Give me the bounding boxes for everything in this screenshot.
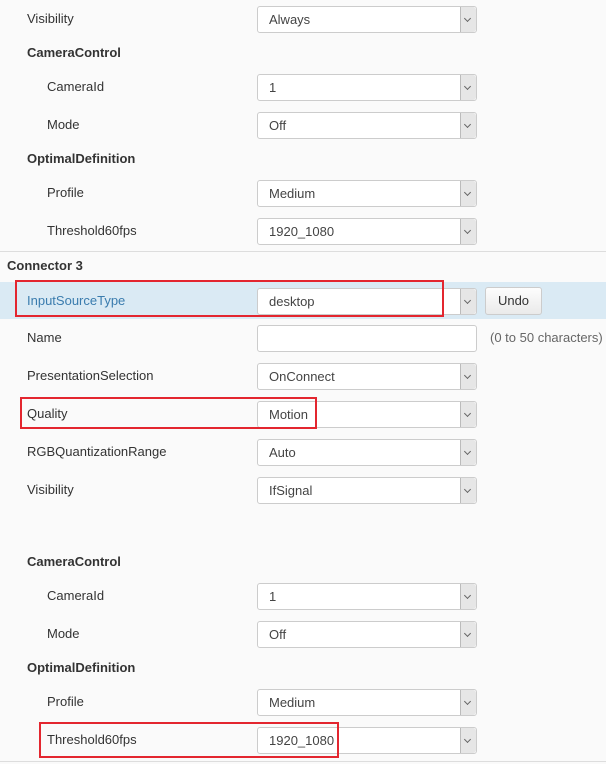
setting-row-camera-id: CameraId 1 [0, 577, 606, 615]
select-value: Off [269, 118, 287, 133]
setting-row-mode: Mode Off [0, 615, 606, 653]
setting-label: Mode [47, 626, 80, 641]
select-value: Medium [269, 695, 316, 710]
setting-row-threshold60fps: Threshold60fps 1920_1080 [0, 212, 606, 250]
chevron-down-icon[interactable] [460, 690, 476, 715]
chevron-down-icon[interactable] [460, 364, 476, 389]
setting-row-profile: Profile Medium [0, 683, 606, 721]
setting-label: RGBQuantizationRange [27, 444, 167, 459]
chevron-down-icon[interactable] [460, 219, 476, 244]
quality-select[interactable]: Motion [257, 401, 477, 428]
chevron-down-icon[interactable] [460, 7, 476, 32]
select-value: desktop [269, 294, 315, 309]
name-input[interactable] [257, 325, 477, 352]
chevron-down-icon[interactable] [460, 584, 476, 609]
rgb-quantization-range-select[interactable]: Auto [257, 439, 477, 466]
chevron-down-icon[interactable] [460, 289, 476, 314]
select-value: Medium [269, 186, 316, 201]
connector-3-title: Connector 3 [7, 258, 83, 273]
group-title: OptimalDefinition [27, 151, 136, 166]
chevron-down-icon[interactable] [460, 478, 476, 503]
chevron-down-icon[interactable] [460, 402, 476, 427]
setting-row-camera-id: CameraId 1 [0, 68, 606, 106]
group-title: OptimalDefinition [27, 660, 136, 675]
section-divider [0, 761, 606, 762]
name-length-hint: (0 to 50 characters) [490, 330, 603, 345]
chevron-down-icon[interactable] [460, 75, 476, 100]
group-header-camera-control: CameraControl [0, 34, 606, 72]
setting-row-threshold60fps: Threshold60fps 1920_1080 [0, 721, 606, 759]
setting-row-mode: Mode Off [0, 106, 606, 144]
setting-label: Profile [47, 185, 84, 200]
group-header-optimal-definition: OptimalDefinition [0, 140, 606, 178]
chevron-down-icon[interactable] [460, 113, 476, 138]
profile-select[interactable]: Medium [257, 689, 477, 716]
setting-row-rgb-quantization-range: RGBQuantizationRange Auto [0, 433, 606, 471]
setting-row-visibility: Visibility IfSignal [0, 471, 606, 509]
setting-label: Quality [27, 406, 68, 421]
camera-id-select[interactable]: 1 [257, 74, 477, 101]
group-title: CameraControl [27, 45, 121, 60]
group-header-camera-control: CameraControl [0, 543, 606, 581]
mode-select[interactable]: Off [257, 112, 477, 139]
setting-label: Threshold60fps [47, 732, 137, 747]
presentation-selection-select[interactable]: OnConnect [257, 363, 477, 390]
group-header-optimal-definition: OptimalDefinition [0, 649, 606, 687]
select-value: 1920_1080 [269, 224, 335, 239]
setting-label: CameraId [47, 79, 105, 94]
group-title: CameraControl [27, 554, 121, 569]
setting-label: CameraId [47, 588, 105, 603]
select-value: OnConnect [269, 369, 335, 384]
setting-label: Profile [47, 694, 84, 709]
setting-row-visibility: Visibility Always [0, 0, 606, 38]
mode-select[interactable]: Off [257, 621, 477, 648]
select-value: Always [269, 12, 311, 27]
setting-row-quality: Quality Motion [0, 395, 606, 433]
setting-label: Visibility [27, 482, 74, 497]
setting-row-name: Name (0 to 50 characters) [0, 319, 606, 357]
select-value: Motion [269, 407, 309, 422]
setting-label: Visibility [27, 11, 74, 26]
section-divider [0, 251, 606, 252]
select-value: 1 [269, 80, 277, 95]
setting-label: Name [27, 330, 62, 345]
select-value: Off [269, 627, 287, 642]
select-value: 1920_1080 [269, 733, 335, 748]
camera-id-select[interactable]: 1 [257, 583, 477, 610]
select-value: IfSignal [269, 483, 313, 498]
setting-row-input-source-type: InputSourceType desktop Undo [0, 282, 606, 319]
setting-label: Mode [47, 117, 80, 132]
threshold60fps-select[interactable]: 1920_1080 [257, 727, 477, 754]
setting-row-presentation-selection: PresentationSelection OnConnect [0, 357, 606, 395]
visibility-select[interactable]: Always [257, 6, 477, 33]
chevron-down-icon[interactable] [460, 622, 476, 647]
setting-label: InputSourceType [27, 293, 126, 308]
select-value: Auto [269, 445, 296, 460]
threshold60fps-select[interactable]: 1920_1080 [257, 218, 477, 245]
input-source-type-select[interactable]: desktop [257, 288, 477, 315]
visibility-select[interactable]: IfSignal [257, 477, 477, 504]
chevron-down-icon[interactable] [460, 440, 476, 465]
chevron-down-icon[interactable] [460, 728, 476, 753]
profile-select[interactable]: Medium [257, 180, 477, 207]
select-value: 1 [269, 589, 277, 604]
undo-button[interactable]: Undo [485, 287, 542, 315]
setting-label: Threshold60fps [47, 223, 137, 238]
setting-row-profile: Profile Medium [0, 174, 606, 212]
setting-label: PresentationSelection [27, 368, 154, 383]
chevron-down-icon[interactable] [460, 181, 476, 206]
